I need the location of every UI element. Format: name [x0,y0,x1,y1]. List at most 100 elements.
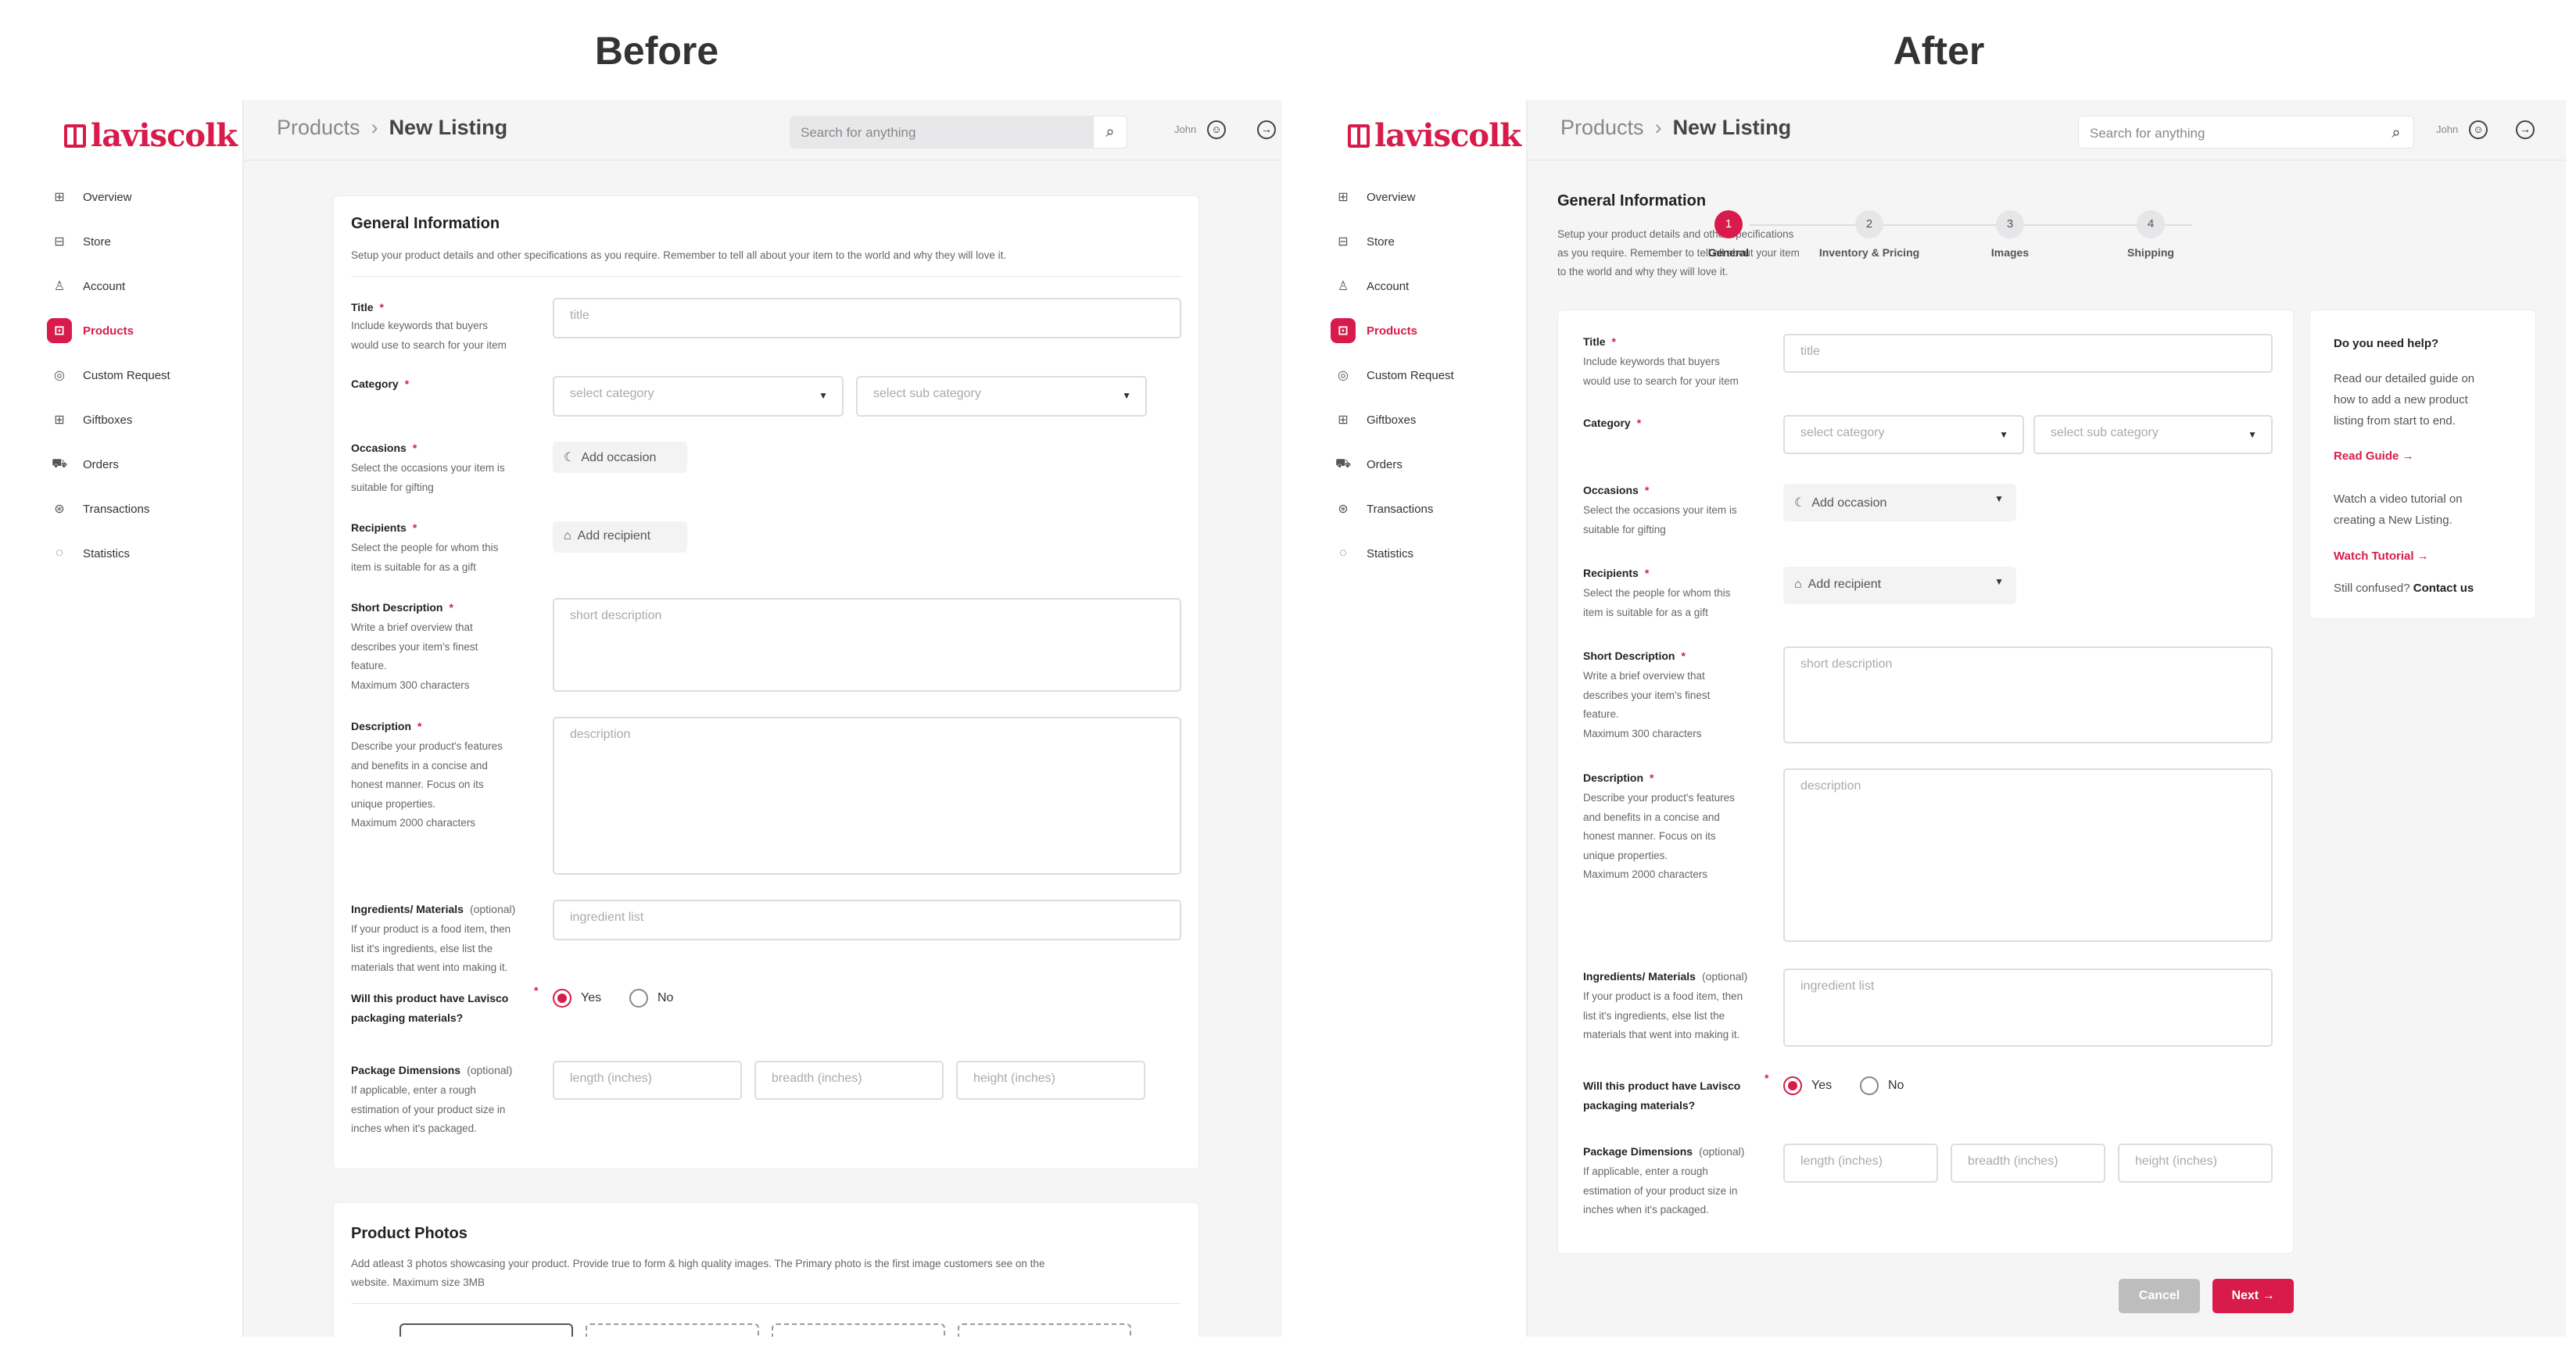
description-input[interactable]: description [1783,768,2273,942]
category-select[interactable]: select category ▼ [553,376,844,417]
sidebar-item-overview[interactable]: ⊞ Overview [48,181,220,213]
recipient-icon: ⌂ [564,529,571,542]
photo-slot[interactable] [586,1323,759,1337]
sidebar-item-statistics[interactable]: ◌ Statistics [1332,538,1504,569]
step-general[interactable]: 1 General [1654,210,1803,259]
add-occasion-select[interactable]: ☾ Add occasion ▼ [1783,484,2016,521]
occasions-label: Occasions * [1583,484,1650,496]
title-help: Include keywords that buyers would use to… [351,320,507,351]
transactions-icon: ⊛ [1338,503,1349,516]
description-help: Describe your product's features and bene… [1583,792,1735,880]
step-inventory-pricing[interactable]: 2 Inventory & Pricing [1795,210,1944,259]
help-title: Do you need help? [2334,337,2439,350]
sidebar-item-transactions[interactable]: ⊛ Transactions [48,493,220,525]
add-occasion-button[interactable]: ☾ Add occasion [553,442,687,473]
sidebar-item-account[interactable]: ♙ Account [1332,270,1504,302]
breadth-input[interactable]: breadth (inches) [1951,1144,2105,1183]
sidebar-item-store[interactable]: ⊟ Store [1332,226,1504,257]
search-icon[interactable]: ⌕ [1093,116,1127,149]
height-input[interactable]: height (inches) [956,1061,1145,1100]
step-shipping[interactable]: 4 Shipping [2076,210,2225,259]
breadcrumb-current: New Listing [389,116,508,139]
logo[interactable]: laviscolk [64,117,238,154]
sidebar-item-label: Statistics [83,546,131,560]
contact-us-link[interactable]: Contact us [2413,582,2474,595]
sidebar-item-transactions[interactable]: ⊛ Transactions [1332,493,1504,525]
watch-tutorial-link[interactable]: Watch Tutorial → [2334,550,2429,563]
short-desc-help: Write a brief overview that describes you… [351,621,478,691]
photo-slot-primary[interactable] [399,1323,573,1337]
photos-title: Product Photos [351,1225,468,1242]
section-desc: Setup your product details and other spe… [351,249,1007,261]
sidebar-item-label: Transactions [83,502,150,516]
short-description-input[interactable]: short description [1783,646,2273,743]
description-input[interactable]: description [553,717,1181,875]
topbar: Products › New Listing Search for anything… [244,100,1282,161]
packaging-yes-radio[interactable]: Yes [553,989,601,1008]
search-input[interactable]: Search for anything ⌕ [2078,116,2414,149]
sidebar-item-giftboxes[interactable]: ⊞ Giftboxes [48,404,220,435]
read-guide-link[interactable]: Read Guide → [2334,449,2414,463]
sidebar-item-label: Overview [1367,190,1416,204]
recipient-icon: ⌂ [1794,578,1802,591]
before-screen: laviscolk ⊞ Overview ⊟ Store ♙ Account ⊡ Produc… [27,100,1282,1337]
dimensions-label: Package Dimensions (optional) [1583,1145,1745,1158]
cancel-button[interactable]: Cancel [2119,1279,2200,1313]
sub-category-select[interactable]: select sub category ▼ [856,376,1147,417]
occasion-icon: ☾ [1794,496,1806,510]
logout-icon[interactable]: → [2516,120,2535,139]
search-placeholder: Search for anything [2090,126,2205,141]
sidebar-item-label: Orders [1367,457,1403,471]
search-input[interactable]: Search for anything ⌕ [790,116,1127,149]
sidebar-item-custom-request[interactable]: ◎ Custom Request [1332,360,1504,391]
sidebar-item-store[interactable]: ⊟ Store [48,226,220,257]
photo-slot[interactable] [958,1323,1131,1337]
sidebar-item-label: Products [83,324,134,338]
sidebar-item-statistics[interactable]: ◌ Statistics [48,538,220,569]
length-input[interactable]: length (inches) [1783,1144,1938,1183]
user-name: John [1174,124,1197,135]
sidebar-item-custom-request[interactable]: ◎ Custom Request [48,360,220,391]
sidebar-item-overview[interactable]: ⊞ Overview [1332,181,1504,213]
products-icon: ⊡ [47,318,72,343]
breadcrumb-parent[interactable]: Products [1560,116,1644,139]
breadth-input[interactable]: breadth (inches) [754,1061,944,1100]
ingredients-input[interactable]: ingredient list [553,900,1181,940]
short-description-input[interactable]: short description [553,598,1181,692]
sub-category-select[interactable]: select sub category ▼ [2033,415,2273,454]
next-button[interactable]: Next → [2212,1279,2294,1313]
account-icon: ♙ [53,280,66,293]
occasion-icon: ☾ [564,451,575,464]
sidebar-item-orders[interactable]: ⛟ Orders [1332,449,1504,480]
breadcrumb-parent[interactable]: Products [277,116,360,139]
packaging-yes-radio[interactable]: Yes [1783,1076,1832,1095]
photo-slot[interactable] [772,1323,945,1337]
user-avatar-icon[interactable]: ☺ [1207,120,1226,139]
height-input[interactable]: height (inches) [2118,1144,2273,1183]
search-icon[interactable]: ⌕ [2379,116,2413,149]
category-select[interactable]: select category ▼ [1783,415,2024,454]
user-avatar-icon[interactable]: ☺ [2469,120,2488,139]
title-input[interactable]: title [1783,334,2273,373]
logo[interactable]: laviscolk [1348,117,1521,154]
length-input[interactable]: length (inches) [553,1061,742,1100]
title-input[interactable]: title [553,298,1181,338]
sidebar-item-products[interactable]: ⊡ Products [47,315,220,346]
add-recipient-select[interactable]: ⌂ Add recipient ▼ [1783,567,2016,604]
step-images[interactable]: 3 Images [1936,210,2084,259]
dropdown-caret-icon: ▼ [1122,390,1131,401]
short-desc-label: Short Description * [351,601,453,614]
statistics-icon: ◌ [56,546,63,560]
sidebar-item-products[interactable]: ⊡ Products [1331,315,1504,346]
products-icon: ⊡ [1331,318,1356,343]
sidebar-item-account[interactable]: ♙ Account [48,270,220,302]
packaging-no-radio[interactable]: No [1860,1076,1904,1095]
sidebar-item-orders[interactable]: ⛟ Orders [48,449,220,480]
search-placeholder: Search for anything [801,125,916,140]
logout-icon[interactable]: → [1257,120,1276,139]
packaging-no-radio[interactable]: No [629,989,673,1008]
ingredients-input[interactable]: ingredient list [1783,969,2273,1047]
grid-icon: ⊞ [1338,191,1349,204]
sidebar-item-giftboxes[interactable]: ⊞ Giftboxes [1332,404,1504,435]
add-recipient-button[interactable]: ⌂ Add recipient [553,521,687,553]
